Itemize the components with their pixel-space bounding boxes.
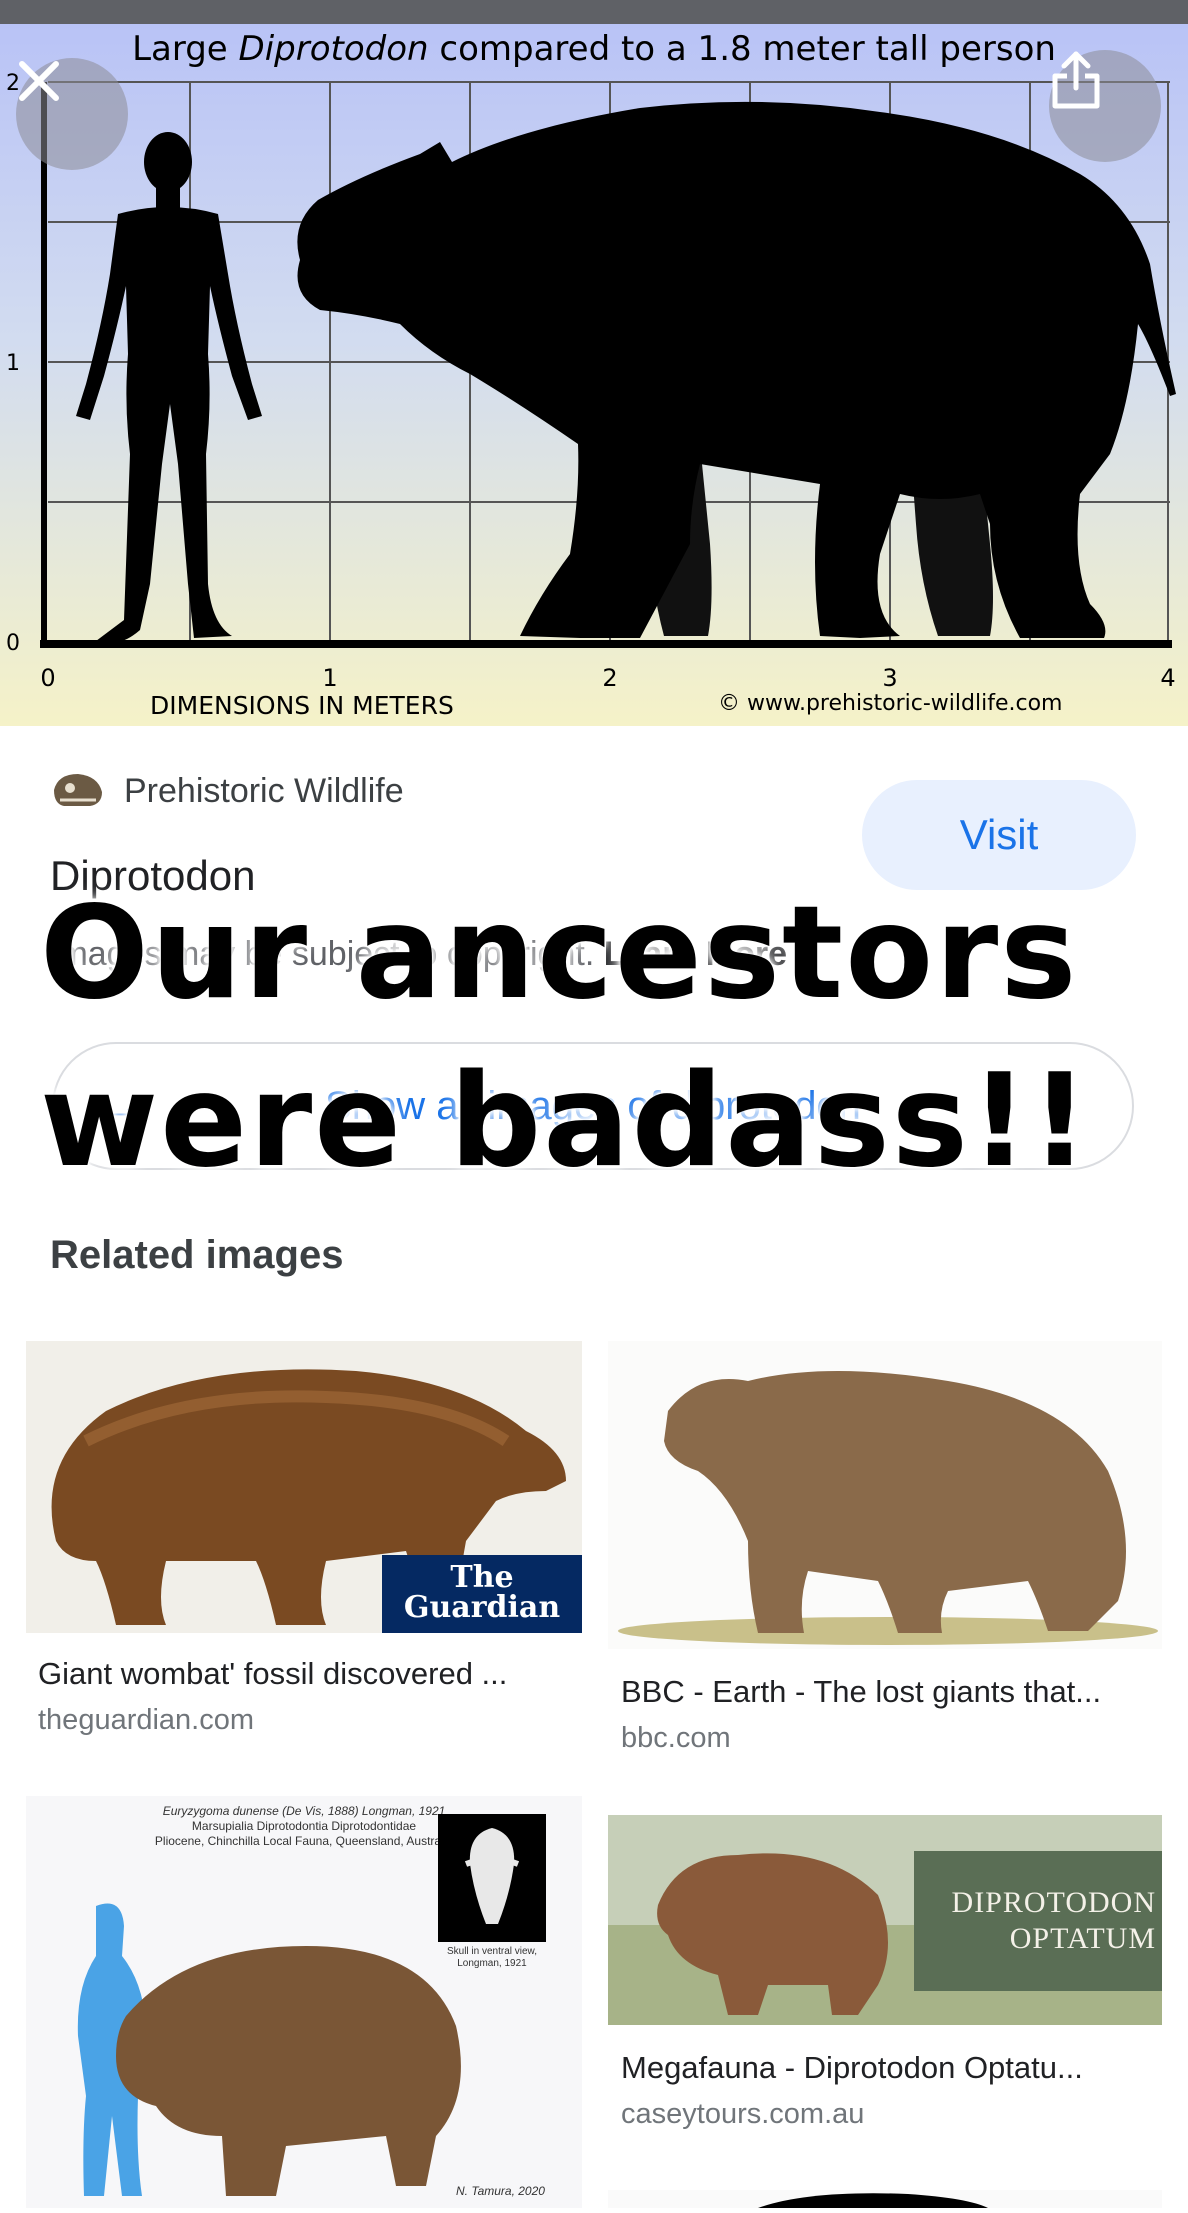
- y-tick-label: 0: [6, 631, 20, 656]
- guardian-logo: The Guardian: [382, 1555, 582, 1633]
- chart-title-italic: Diprotodon: [239, 29, 429, 69]
- guardian-logo-line2: Guardian: [403, 1590, 561, 1625]
- related-image-euryzygoma[interactable]: Euryzygoma dunense (De Vis, 1888) Longma…: [26, 1796, 582, 2208]
- optatum-label-line1: DIPROTODON: [951, 1886, 1156, 1919]
- related-image-next[interactable]: [608, 2190, 1162, 2208]
- meme-caption-line1: Our ancestors: [40, 879, 1079, 1028]
- card-domain: bbc.com: [621, 1722, 731, 1754]
- diprotodon-silhouette: [297, 101, 1176, 638]
- optatum-label: DIPROTODON OPTATUM: [914, 1851, 1162, 1991]
- share-button[interactable]: [1049, 50, 1161, 162]
- source-row[interactable]: Prehistoric Wildlife: [50, 770, 404, 812]
- x-tick-label: 4: [1160, 664, 1175, 692]
- hero-image[interactable]: Large Diprotodon compared to a 1.8 meter…: [0, 24, 1188, 726]
- related-image-bbc[interactable]: [608, 1341, 1162, 1649]
- guardian-logo-line1: The: [450, 1560, 514, 1595]
- x-tick-label: 0: [40, 664, 55, 692]
- y-tick-label: 1: [6, 351, 20, 376]
- card-caption[interactable]: BBC - Earth - The lost giants that...: [621, 1674, 1101, 1710]
- artist-signature: N. Tamura, 2020: [456, 2184, 545, 2198]
- x-tick-label: 2: [602, 664, 617, 692]
- optatum-label-line2: OPTATUM: [1009, 1922, 1156, 1955]
- share-icon: [1052, 51, 1100, 109]
- status-bar: [0, 0, 1188, 24]
- related-image-guardian[interactable]: The Guardian: [26, 1341, 582, 1633]
- related-images-heading: Related images: [50, 1233, 344, 1277]
- size-comparison-chart: Large Diprotodon compared to a 1.8 meter…: [6, 29, 1176, 720]
- meme-caption: Our ancestors were badass!!: [40, 870, 1150, 1206]
- chart-title-pre: Large: [132, 29, 238, 69]
- close-button[interactable]: [16, 58, 128, 170]
- related-image-optatum[interactable]: DIPROTODON OPTATUM: [608, 1815, 1162, 2025]
- chart-title-post: compared to a 1.8 meter tall person: [429, 29, 1056, 69]
- axis-label: DIMENSIONS IN METERS: [150, 691, 454, 720]
- card-domain: caseytours.com.au: [621, 2098, 865, 2130]
- source-name: Prehistoric Wildlife: [124, 771, 404, 810]
- meme-caption-line2: were badass!!: [40, 1047, 1091, 1196]
- card-domain: theguardian.com: [38, 1704, 255, 1736]
- diprotodon-painting: [618, 1371, 1158, 1645]
- card-caption[interactable]: Giant wombat' fossil discovered ...: [38, 1656, 507, 1692]
- card-caption[interactable]: Megafauna - Diprotodon Optatu...: [621, 2050, 1083, 2086]
- x-tick-label: 3: [882, 664, 897, 692]
- skull-icon: [54, 774, 102, 806]
- human-silhouette: [76, 132, 262, 645]
- euryzygoma-illustration: [77, 1903, 461, 2196]
- chart-title: Large Diprotodon compared to a 1.8 meter…: [132, 29, 1056, 69]
- x-tick-label: 1: [322, 664, 337, 692]
- image-credit: © www.prehistoric-wildlife.com: [718, 691, 1062, 716]
- close-icon: [19, 61, 59, 101]
